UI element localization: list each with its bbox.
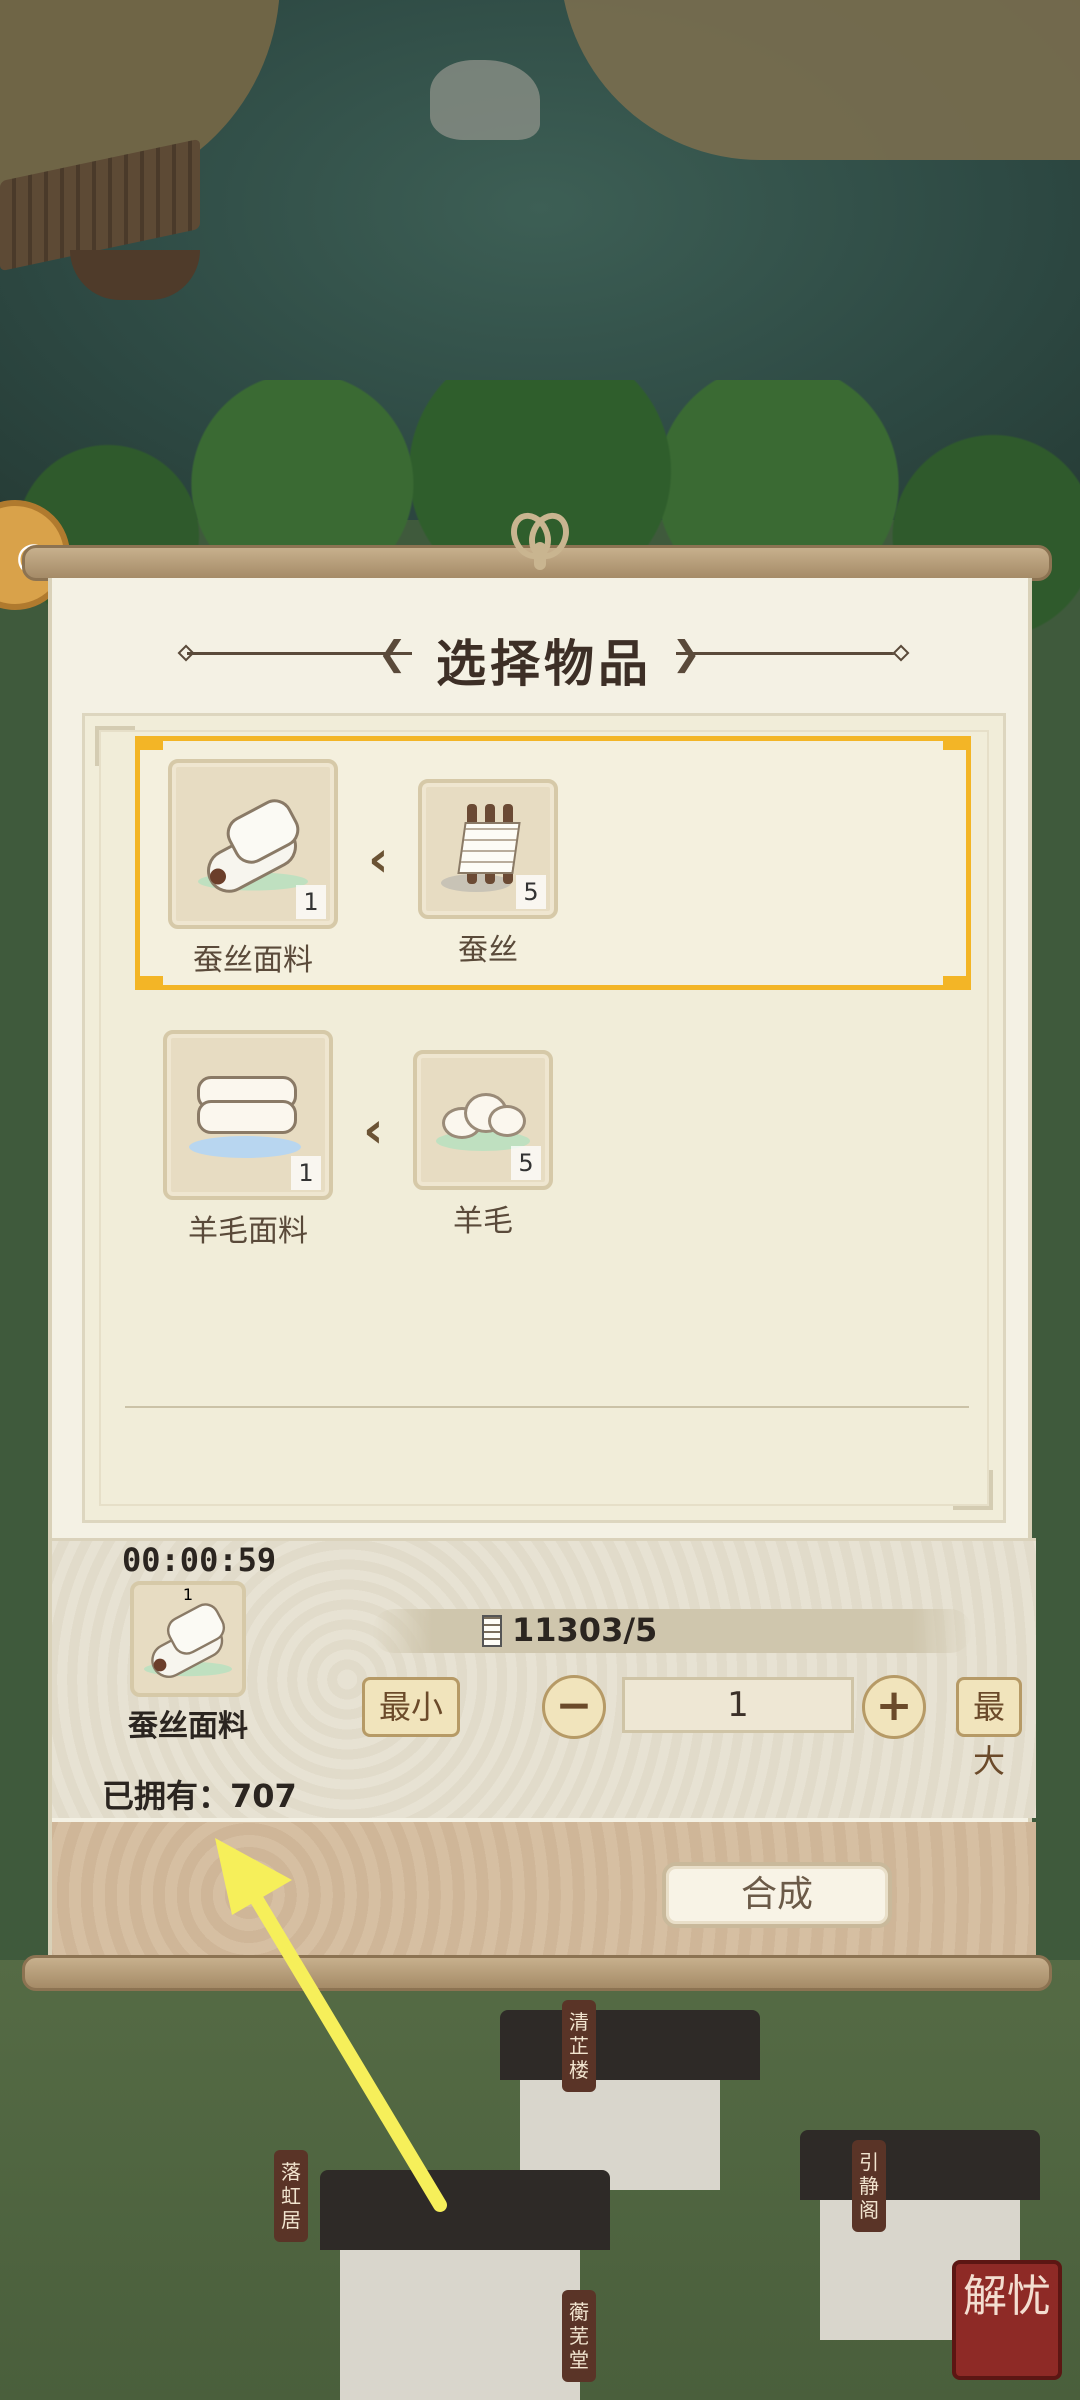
silk-icon [482,1615,502,1647]
corner-ornament-icon [95,726,135,766]
item-count: 5 [511,1146,541,1180]
wool-icon [436,1085,530,1155]
recipe-list[interactable]: 1 蚕丝面料 ‹ 5 蚕丝 1 羊毛面料 ‹ 5 羊毛 [82,713,1006,1523]
building-roof [320,2170,610,2250]
rocks [430,60,540,140]
craft-panel: 00:00:59 1 蚕丝面料 已拥有：707 11303/5 最小 − 1 +… [52,1538,1036,1818]
item-tile: 5 [418,779,558,919]
scroll-bottom-rod [22,1955,1052,1991]
plus-button[interactable]: + [862,1675,926,1739]
building-roof [800,2130,1040,2200]
item-name: 蚕丝 [458,933,518,968]
chevron-left-icon: ‹ [368,830,389,888]
selection-corner-icon [135,976,163,990]
item-count: 1 [296,885,326,919]
input-slot[interactable]: 5 蚕丝 [418,779,558,969]
jieyou-badge[interactable]: 解忧 [952,2260,1062,2380]
chevron-left-icon: ‹ [363,1101,384,1159]
max-button[interactable]: 最大 [956,1677,1023,1780]
item-tile: 5 [413,1050,553,1190]
recipe-row-wool-fabric[interactable]: 1 羊毛面料 ‹ 5 羊毛 [135,1012,971,1266]
minus-button[interactable]: − [542,1675,606,1739]
building-sign-hengwu[interactable]: 蘅芜堂 [562,2290,596,2382]
selection-corner-icon [943,976,971,990]
item-name: 羊毛面料 [188,1214,308,1249]
building-roof [500,2010,760,2080]
select-item-dialog: ❮ 选择物品 ❯ 1 蚕丝面料 ‹ 5 蚕丝 1 羊毛面料 ‹ 5 羊毛 00:… [48,578,1036,1968]
item-count: 1 [291,1156,321,1190]
item-tile: 1 [163,1030,333,1200]
building-sign-yinjing[interactable]: 引静阁 [852,2140,886,2232]
quantity-field[interactable]: 1 [622,1677,854,1733]
wool-fabric-icon [189,1070,303,1160]
output-slot[interactable]: 1 羊毛面料 [163,1030,333,1250]
silk-fabric-icon [144,1598,232,1685]
silk-fabric-icon [198,792,308,901]
selection-corner-icon [943,736,971,750]
craft-timer: 00:00:59 [122,1541,277,1579]
min-button[interactable]: 最小 [362,1677,461,1737]
material-cost: 11303/5 [512,1611,658,1649]
output-slot[interactable]: 1 蚕丝面料 [168,759,338,979]
list-divider [125,1406,969,1408]
selected-item: 1 蚕丝面料 [118,1581,258,1745]
knot-ornament-icon [512,512,568,572]
item-name: 蚕丝面料 [193,943,313,978]
dialog-footer: 合成 [52,1822,1036,1968]
selection-corner-icon [135,736,163,750]
building-wall [340,2230,580,2400]
material-cost-bar: 11303/5 [372,1609,972,1653]
building-sign-qingzhi[interactable]: 清芷楼 [562,2000,596,2092]
item-tile: 1 [168,759,338,929]
silk-icon [441,804,523,894]
title-ornament-line [676,652,901,655]
item-count: 5 [516,875,546,909]
craft-button[interactable]: 合成 [662,1862,892,1928]
item-name: 羊毛 [453,1204,513,1239]
dialog-title: 选择物品 [436,634,652,693]
selected-item-name: 蚕丝面料 [128,1709,248,1744]
owned-count: 已拥有：707 [102,1777,297,1815]
input-slot[interactable]: 5 羊毛 [413,1050,553,1240]
recipe-row-silk-fabric[interactable]: 1 蚕丝面料 ‹ 5 蚕丝 [135,736,971,990]
corner-ornament-icon [953,1470,993,1510]
dialog-header: ❮ 选择物品 ❯ [52,618,1036,693]
item-tile: 1 [130,1581,246,1697]
quantity-stepper: 最小 − 1 + 最大 [362,1675,1023,1780]
building-sign-luohong[interactable]: 落虹居 [274,2150,308,2242]
